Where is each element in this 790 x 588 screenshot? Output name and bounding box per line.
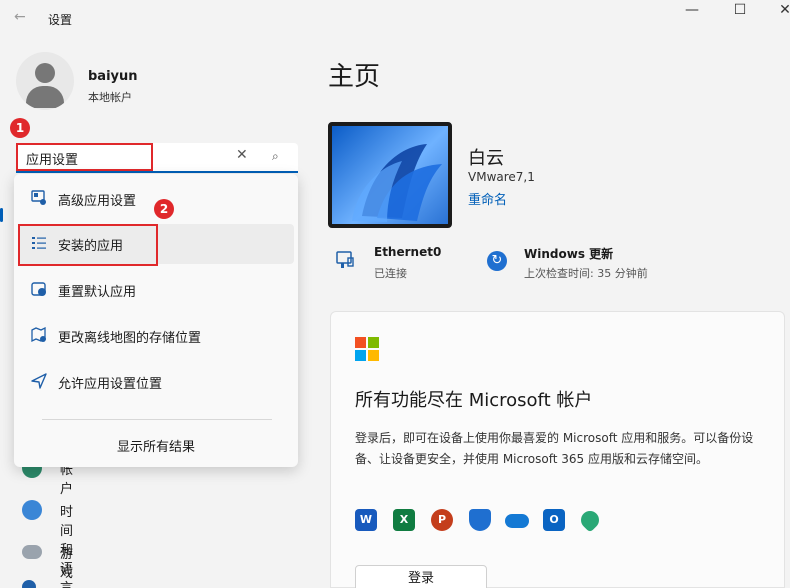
user-name: baiyun bbox=[88, 69, 138, 84]
powerpoint-icon: P bbox=[431, 509, 453, 531]
ethernet-icon bbox=[335, 250, 355, 275]
device-model: VMware7,1 bbox=[468, 170, 535, 184]
minimize-button[interactable]: — bbox=[672, 2, 712, 18]
word-icon: W bbox=[355, 509, 377, 531]
suggestion-label: 允许应用设置位置 bbox=[58, 377, 163, 392]
annotation-step-1: 1 bbox=[10, 118, 30, 138]
suggestion-label: 高级应用设置 bbox=[58, 194, 137, 209]
default-apps-icon bbox=[30, 281, 48, 299]
user-account-type: 本地帐户 bbox=[88, 91, 132, 104]
divider bbox=[42, 419, 272, 420]
network-status: 已连接 bbox=[374, 267, 407, 280]
annotation-step-2: 2 bbox=[154, 199, 174, 219]
card-description: 登录后，即可在设备上使用你最喜爱的 Microsoft 应用和服务。可以备份设备… bbox=[355, 431, 754, 466]
network-title[interactable]: Ethernet0 bbox=[374, 245, 441, 259]
close-button[interactable]: ✕ bbox=[765, 2, 790, 18]
gaming-icon bbox=[22, 545, 42, 559]
windows-update-title[interactable]: Windows 更新 bbox=[524, 245, 613, 262]
advanced-apps-icon bbox=[30, 190, 48, 208]
family-icon bbox=[577, 507, 603, 533]
search-icon[interactable]: ⌕ bbox=[272, 149, 279, 164]
page-title: 主页 bbox=[328, 62, 381, 92]
maximize-button[interactable]: ☐ bbox=[720, 2, 760, 18]
offline-maps-icon bbox=[30, 326, 48, 345]
time-language-icon bbox=[22, 500, 42, 520]
show-all-results-link[interactable]: 显示所有结果 bbox=[14, 436, 298, 455]
suggestion-reset-default-apps[interactable]: 重置默认应用 bbox=[18, 270, 294, 310]
device-name: 白云 bbox=[468, 148, 504, 169]
avatar-head bbox=[35, 63, 55, 83]
selection-indicator bbox=[0, 208, 3, 222]
clear-icon[interactable]: ✕ bbox=[236, 147, 248, 163]
annotation-highlight-installed-apps bbox=[18, 224, 158, 266]
title-bar: ← 设置 — ☐ ✕ bbox=[0, 0, 790, 40]
location-icon bbox=[30, 373, 48, 391]
outlook-icon: O bbox=[543, 509, 565, 531]
accessibility-icon bbox=[22, 580, 36, 588]
sign-in-button[interactable]: 登录 bbox=[355, 565, 487, 588]
defender-icon bbox=[469, 509, 491, 531]
avatar-body bbox=[26, 86, 64, 108]
suggestion-label: 更改离线地图的存储位置 bbox=[58, 331, 202, 346]
device-wallpaper-thumbnail bbox=[328, 122, 452, 228]
windows-update-status: 上次检查时间: 35 分钟前 bbox=[524, 267, 648, 280]
annotation-highlight-search bbox=[16, 143, 153, 171]
rename-link[interactable]: 重命名 bbox=[468, 189, 507, 208]
microsoft-logo-icon bbox=[355, 337, 379, 361]
onedrive-icon bbox=[505, 514, 529, 528]
search-suggestions: 高级应用设置 安装的应用 重置默认应用 更改离线地图的存储位置 允许应用设置位置… bbox=[14, 174, 298, 467]
microsoft-account-card: 所有功能尽在 Microsoft 帐户 登录后，即可在设备上使用你最喜爱的 Mi… bbox=[330, 311, 785, 588]
sidebar-item-label: 游戏 bbox=[60, 547, 74, 581]
card-title: 所有功能尽在 Microsoft 帐户 bbox=[355, 390, 593, 411]
app-title: 设置 bbox=[48, 13, 73, 27]
suggestion-label: 重置默认应用 bbox=[58, 285, 137, 300]
suggestion-offline-maps-storage[interactable]: 更改离线地图的存储位置 bbox=[18, 316, 294, 356]
windows-update-icon: ↻ bbox=[487, 251, 507, 271]
excel-icon: X bbox=[393, 509, 415, 531]
bloom-wallpaper-icon bbox=[352, 144, 442, 222]
avatar[interactable] bbox=[16, 52, 74, 110]
suggestion-allow-app-location[interactable]: 允许应用设置位置 bbox=[18, 362, 294, 402]
back-button[interactable]: ← bbox=[14, 9, 26, 25]
